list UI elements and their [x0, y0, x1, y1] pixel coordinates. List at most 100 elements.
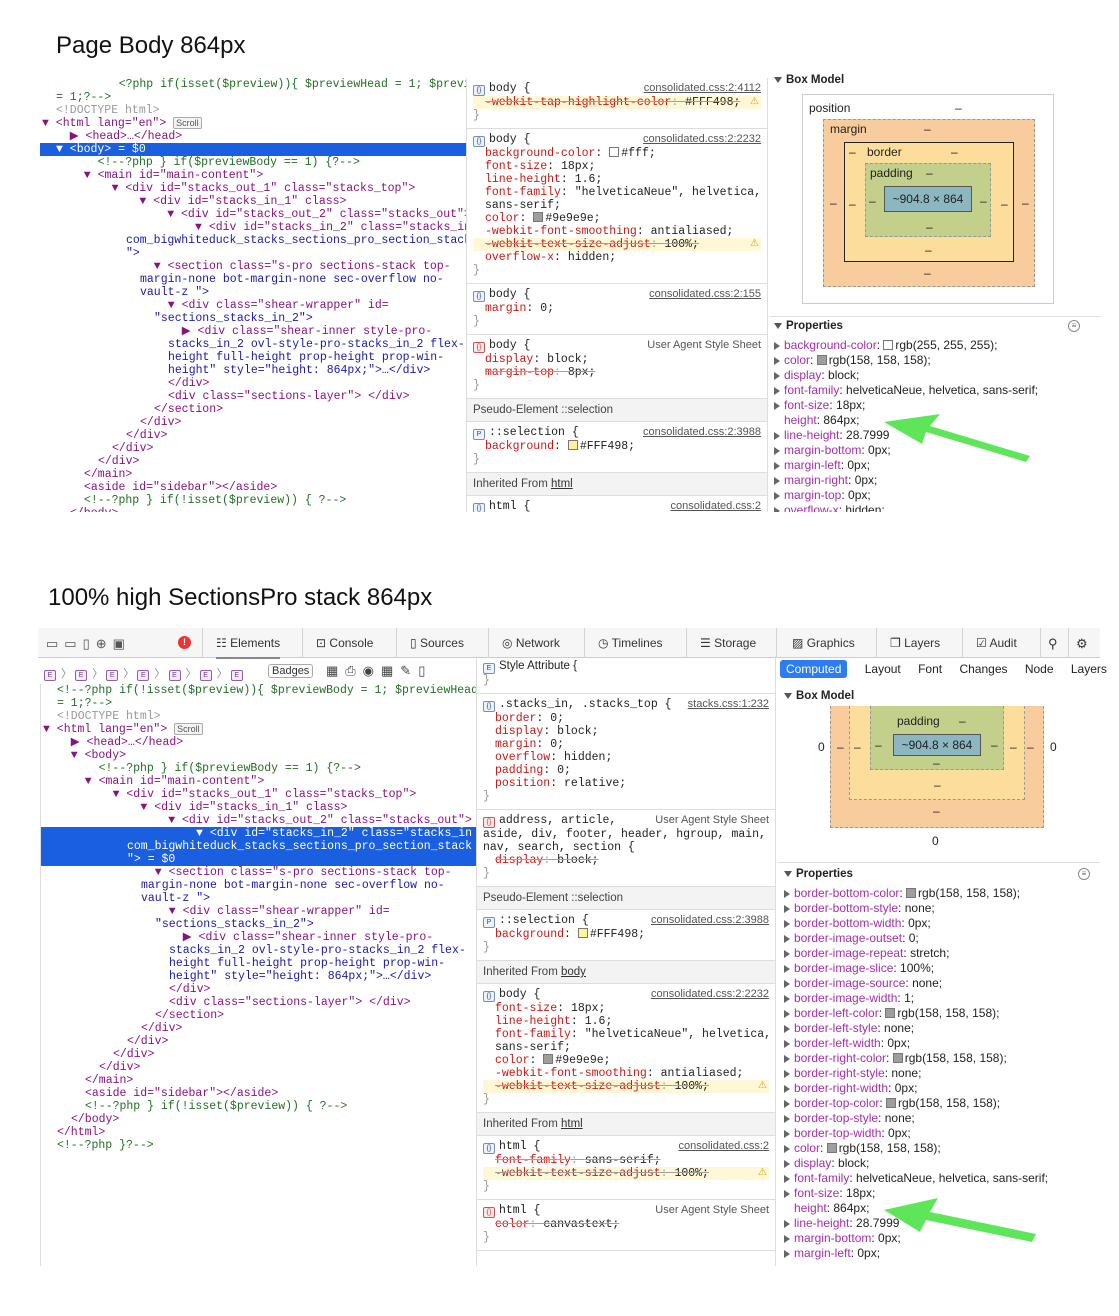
dom-line[interactable]: com_bigwhiteduck_stacks_sections_pro_sec… — [40, 234, 466, 247]
computed-property[interactable]: border-top-width: 0px; — [782, 1126, 1100, 1141]
dom-line[interactable]: margin-none bot-margin-none sec-overflow… — [41, 879, 476, 892]
dom-line[interactable]: ▶ <head>…</head> — [41, 736, 476, 749]
dom-line[interactable]: </div> — [41, 1048, 476, 1061]
dom-line[interactable]: ▼ <html lang="en"> Scroll — [40, 117, 466, 130]
inherited-link[interactable]: body — [561, 966, 586, 978]
css-property[interactable]: -webkit-text-size-adjust: 100%; ⚠ — [483, 1167, 769, 1180]
dom-line[interactable]: ▼ <div id="stacks_out_1" class="stacks_t… — [40, 182, 466, 195]
dom-line[interactable]: <aside id="sidebar"></aside> — [40, 481, 466, 494]
tab-audit[interactable]: ☑ Audit — [976, 636, 1017, 650]
dom-line[interactable]: margin-none bot-margin-none sec-overflow… — [40, 273, 466, 286]
css-property[interactable]: sans-serif; — [473, 199, 761, 212]
computed-property[interactable]: border-top-color: rgb(158, 158, 158); — [782, 1096, 1100, 1111]
css-rule[interactable]: consolidated.css:2:3988 P::selection {bac… — [477, 910, 775, 961]
computed-property[interactable]: border-left-color: rgb(158, 158, 158); — [782, 1006, 1100, 1021]
computed-property[interactable]: border-image-repeat: stretch; — [782, 946, 1100, 961]
dom-line[interactable]: com_bigwhiteduck_stacks_sections_pro_sec… — [41, 840, 476, 853]
dom-line[interactable]: <!--?php if(!isset($preview)){ $previewB… — [41, 684, 476, 697]
css-rule[interactable]: User Agent Style Sheet {} body {display: b… — [467, 335, 767, 399]
computed-property[interactable]: overflow-x: hidden; — [772, 503, 1100, 512]
css-rule[interactable]: consolidated.css:2:3988 P::selection {bac… — [467, 422, 767, 473]
computed-property[interactable]: border-image-source: none; — [782, 976, 1100, 991]
breadcrumb[interactable]: E 〉 E 〉 E 〉 E 〉 E 〉 E 〉 E Badges ▦⎙◉▦✎▯ — [42, 662, 474, 684]
box-model-header[interactable]: Box Model — [782, 690, 854, 702]
tab-graphics[interactable]: ▨ Graphics — [792, 636, 855, 650]
element-icon[interactable]: E — [75, 670, 88, 681]
inspector-tool-icons[interactable]: ▦⎙◉▦✎▯ — [326, 663, 432, 679]
element-icon[interactable]: E — [230, 670, 243, 681]
bottom-computed-panel[interactable]: Box Model – – – – – – padding – – – – ~9… — [778, 686, 1100, 1266]
dom-line[interactable]: ▶ <div class="shear-inner style-pro- — [40, 325, 466, 338]
css-property[interactable]: -webkit-font-smoothing: antialiased; — [473, 225, 761, 238]
css-property[interactable]: margin: 0; — [473, 302, 761, 315]
rule-source-link[interactable]: consolidated.css:2:3988 — [651, 914, 769, 927]
dom-line[interactable]: ▶ <head>…</head> — [40, 130, 466, 143]
css-property[interactable]: font-family: "helveticaNeue", helvetica, — [473, 186, 761, 199]
computed-property[interactable]: border-right-style: none; — [782, 1066, 1100, 1081]
dom-line[interactable]: height full-height prop-height prop-win- — [40, 351, 466, 364]
dom-line[interactable]: <?php if(isset($preview)){ $previewHead … — [40, 78, 466, 91]
dom-line[interactable]: </div> — [41, 1035, 476, 1048]
tab-timelines[interactable]: ◷ Timelines — [598, 636, 663, 650]
color-swatch[interactable] — [609, 147, 620, 157]
filter-icon[interactable]: ≡ — [1068, 320, 1080, 332]
color-swatch[interactable] — [567, 440, 578, 450]
dom-line[interactable]: </body> — [41, 1113, 476, 1126]
gear-icon[interactable]: ⚙ — [1076, 636, 1088, 652]
css-property[interactable]: margin-top: 8px; — [473, 366, 761, 379]
badges-button[interactable]: Badges — [268, 664, 314, 678]
computed-property[interactable]: border-right-color: rgb(158, 158, 158); — [782, 1051, 1100, 1066]
dom-line[interactable]: <!--?php }?--> — [41, 1139, 476, 1152]
tab-changes[interactable]: Changes — [959, 662, 1007, 676]
css-property[interactable]: -webkit-font-smoothing: antialiased; — [483, 1067, 769, 1080]
dom-line[interactable]: stacks_in_2 ovl-style-pro-stacks_in_2 fl… — [40, 338, 466, 351]
inherited-link[interactable]: html — [551, 478, 573, 490]
css-property[interactable]: overflow-x: hidden; — [473, 251, 761, 264]
tab-elements[interactable]: ☷ Elements — [216, 636, 281, 659]
css-property[interactable]: border: 0; — [483, 712, 769, 725]
tab-font[interactable]: Font — [918, 662, 942, 676]
computed-property[interactable]: margin-right: 0px; — [772, 473, 1100, 488]
css-rule[interactable]: consolidated.css:2:2232 {} body {backgroun… — [467, 129, 767, 284]
css-property[interactable]: -webkit-text-size-adjust: 100%; ⚠ — [473, 238, 761, 251]
top-dom-tree[interactable]: <?php if(isset($preview)){ $previewHead … — [40, 78, 466, 512]
dom-line[interactable]: ▼ <section class="s-pro sections-stack t… — [41, 866, 476, 879]
dom-line[interactable]: <!--?php } if(!isset($preview)) { ?--> — [41, 1100, 476, 1113]
rule-source-link[interactable]: consolidated.css:2:155 — [649, 288, 761, 301]
dom-line[interactable]: ▶ <div class="shear-inner style-pro- — [41, 931, 476, 944]
rule-source-link[interactable]: consolidated.css:2:2232 — [651, 988, 769, 1001]
element-icon[interactable]: E — [106, 670, 119, 681]
computed-property[interactable]: border-left-style: none; — [782, 1021, 1100, 1036]
css-property[interactable]: -webkit-text-size-adjust: 100%; ⚠ — [483, 1080, 769, 1093]
css-property[interactable]: position: relative; — [483, 777, 769, 790]
dom-line[interactable]: ▼ <div id="stacks_out_2" class="stacks_o… — [40, 208, 466, 221]
dom-line[interactable]: ▼ <div id="stacks_in_1" class> — [41, 801, 476, 814]
tab-node[interactable]: Node — [1025, 662, 1054, 676]
computed-property[interactable]: border-bottom-width: 0px; — [782, 916, 1100, 931]
dom-line[interactable]: ▼ <div id="stacks_in_2" class="stacks_in — [41, 827, 476, 840]
dom-line[interactable]: <!DOCTYPE html> — [40, 104, 466, 117]
css-property[interactable]: color: #9e9e9e; — [473, 212, 761, 225]
color-swatch[interactable] — [577, 928, 588, 938]
css-property[interactable]: margin: 0; — [483, 738, 769, 751]
css-rule[interactable]: User Agent Style Sheet {} html {color: can… — [477, 1200, 775, 1251]
dom-line[interactable]: ▼ <div id="stacks_in_1" class> — [40, 195, 466, 208]
rule-source-link[interactable]: consolidated.css:2:2232 — [643, 133, 761, 146]
dom-line[interactable]: = 1;?--> — [41, 697, 476, 710]
sidebar-subtabs[interactable]: Computed Layout Font Changes Node Layers — [780, 660, 1119, 678]
bottom-styles-panel[interactable]: E Style Attribute {} stacks.css:1:232 {} .st… — [476, 656, 776, 1266]
computed-property[interactable]: background-color: rgb(255, 255, 255); — [772, 338, 1100, 353]
tab-sources[interactable]: ▯ Sources — [410, 636, 464, 650]
dom-line[interactable]: </main> — [40, 468, 466, 481]
css-property[interactable]: color: canvastext; — [483, 1218, 769, 1231]
dom-line[interactable]: ▼ <div class="shear-wrapper" id= — [41, 905, 476, 918]
tab-layers[interactable]: ❐ Layers — [890, 636, 940, 650]
css-rule[interactable]: User Agent Style Sheet {} address, article… — [477, 810, 775, 887]
properties-header[interactable]: Properties — [772, 320, 843, 332]
computed-property[interactable]: border-top-style: none; — [782, 1111, 1100, 1126]
rule-source-link[interactable]: consolidated.css:2 — [671, 500, 762, 512]
rule-source-link[interactable]: consolidated.css:2:4112 — [644, 82, 761, 95]
computed-property[interactable]: border-image-outset: 0; — [782, 931, 1100, 946]
rule-source-link[interactable]: stacks.css:1:232 — [688, 698, 769, 711]
dom-line[interactable]: </div> — [40, 429, 466, 442]
